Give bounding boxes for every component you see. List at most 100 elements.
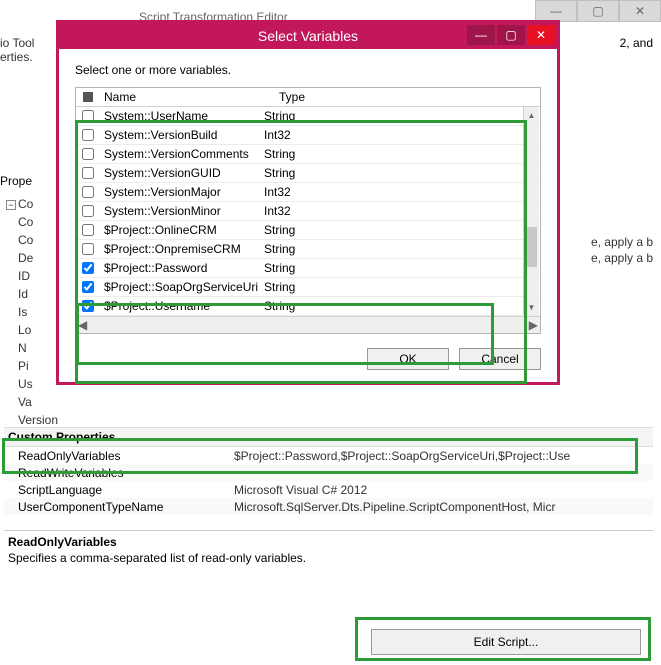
variable-type: String (260, 299, 540, 313)
sidebar-item[interactable]: Id (4, 285, 60, 303)
sidebar-item[interactable]: Va (4, 393, 60, 411)
property-value: Microsoft Visual C# 2012 (234, 483, 653, 497)
property-value: Microsoft.SqlServer.Dts.Pipeline.ScriptC… (234, 500, 653, 514)
bw-close-button[interactable]: ✕ (619, 0, 661, 22)
select-all-checkbox[interactable] (76, 92, 100, 102)
scroll-left-icon[interactable]: ◀ (78, 318, 87, 332)
variable-type: String (260, 242, 540, 256)
scrollbar-thumb[interactable] (526, 227, 537, 267)
bg-frag: e, apply a b (591, 235, 653, 251)
property-name: UserComponentTypeName (4, 500, 234, 514)
select-variables-dialog: Select Variables — ▢ ✕ Select one or mor… (56, 20, 560, 385)
variable-name: $Project::OnpremiseCRM (100, 242, 260, 256)
variable-type: Int32 (260, 128, 540, 142)
property-row[interactable]: ScriptLanguageMicrosoft Visual C# 2012 (4, 481, 653, 498)
variable-checkbox[interactable] (82, 110, 94, 122)
variables-grid: Name Type System::UserNameStringSystem::… (75, 87, 541, 334)
property-row[interactable]: ReadOnlyVariables$Project::Password,$Pro… (4, 447, 653, 464)
variable-row[interactable]: System::VersionBuildInt32 (76, 126, 540, 145)
variable-checkbox[interactable] (82, 224, 94, 236)
minus-icon: − (6, 200, 16, 210)
variable-row[interactable]: System::VersionMajorInt32 (76, 183, 540, 202)
sidebar-item[interactable]: Co (4, 213, 60, 231)
variable-type: String (260, 166, 540, 180)
sidebar-item[interactable]: De (4, 249, 60, 267)
variable-row[interactable]: $Project::PasswordString (76, 259, 540, 278)
description-title: ReadOnlyVariables (8, 535, 649, 549)
dialog-prompt: Select one or more variables. (75, 63, 541, 77)
variable-name: System::UserName (100, 109, 260, 123)
property-name: ScriptLanguage (4, 483, 234, 497)
properties-label: Prope (0, 174, 32, 188)
variable-name: System::VersionBuild (100, 128, 260, 142)
variable-type: String (260, 280, 540, 294)
dialog-titlebar[interactable]: Select Variables — ▢ ✕ (59, 23, 557, 49)
dialog-title: Select Variables (258, 28, 358, 44)
variable-checkbox[interactable] (82, 243, 94, 255)
variable-name: $Project::OnlineCRM (100, 223, 260, 237)
column-header-type[interactable]: Type (275, 90, 523, 104)
scroll-right-icon[interactable]: ▶ (529, 318, 538, 332)
sidebar-item[interactable]: ID (4, 267, 60, 285)
bg-frag: e, apply a b (591, 251, 653, 267)
variable-name: $Project::SoapOrgServiceUri (100, 280, 260, 294)
variable-name: $Project::Password (100, 261, 260, 275)
variable-name: System::VersionMinor (100, 204, 260, 218)
variable-checkbox[interactable] (82, 300, 94, 312)
variable-checkbox[interactable] (82, 262, 94, 274)
variable-checkbox[interactable] (82, 281, 94, 293)
bg-frag: 2, and (620, 36, 653, 50)
horizontal-scrollbar[interactable]: ◀ ▶ (76, 316, 540, 333)
variable-row[interactable]: $Project::SoapOrgServiceUriString (76, 278, 540, 297)
property-name: ReadOnlyVariables (4, 449, 234, 463)
variable-row[interactable]: System::VersionGUIDString (76, 164, 540, 183)
variable-name: System::VersionGUID (100, 166, 260, 180)
variable-checkbox[interactable] (82, 205, 94, 217)
ok-button[interactable]: OK (367, 348, 449, 370)
variable-type: String (260, 147, 540, 161)
bg-frag: erties. (0, 50, 48, 64)
variable-checkbox[interactable] (82, 167, 94, 179)
variable-checkbox[interactable] (82, 186, 94, 198)
sidebar-collapse[interactable]: −Co (4, 195, 60, 213)
bw-maximize-button[interactable]: ▢ (577, 0, 619, 22)
sidebar-item[interactable]: Pi (4, 357, 60, 375)
properties-section-header: Custom Properties (4, 427, 653, 447)
sidebar-item[interactable]: Us (4, 375, 60, 393)
scroll-down-icon[interactable]: ▼ (524, 299, 539, 315)
variable-type: Int32 (260, 185, 540, 199)
sidebar-item[interactable]: Lo (4, 321, 60, 339)
dialog-maximize-button[interactable]: ▢ (497, 25, 525, 45)
property-value: $Project::Password,$Project::SoapOrgServ… (234, 449, 653, 463)
scroll-up-icon[interactable]: ▲ (524, 107, 539, 123)
variable-name: System::VersionComments (100, 147, 260, 161)
variable-row[interactable]: $Project::OnpremiseCRMString (76, 240, 540, 259)
property-description: ReadOnlyVariables Specifies a comma-sepa… (4, 530, 653, 569)
variable-name: System::VersionMajor (100, 185, 260, 199)
variable-row[interactable]: $Project::OnlineCRMString (76, 221, 540, 240)
variable-row[interactable]: System::VersionCommentsString (76, 145, 540, 164)
property-row[interactable]: ReadWriteVariables (4, 464, 653, 481)
variable-row[interactable]: System::VersionMinorInt32 (76, 202, 540, 221)
variable-type: String (260, 223, 540, 237)
variable-type: String (260, 261, 540, 275)
vertical-scrollbar[interactable]: ▲ ▼ (523, 107, 539, 315)
sidebar-item[interactable]: Co (4, 231, 60, 249)
edit-script-button[interactable]: Edit Script... (371, 629, 641, 655)
variable-checkbox[interactable] (82, 129, 94, 141)
bg-frag: io Tool (0, 36, 48, 50)
dialog-minimize-button[interactable]: — (467, 25, 495, 45)
bw-minimize-button[interactable]: — (535, 0, 577, 22)
variable-name: $Project::Username (100, 299, 260, 313)
property-row[interactable]: UserComponentTypeNameMicrosoft.SqlServer… (4, 498, 653, 515)
sidebar-item[interactable]: N (4, 339, 60, 357)
variable-row[interactable]: $Project::UsernameString (76, 297, 540, 316)
cancel-button[interactable]: Cancel (459, 348, 541, 370)
variable-row[interactable]: System::UserNameString (76, 107, 540, 126)
sidebar-item[interactable]: Is (4, 303, 60, 321)
dialog-close-button[interactable]: ✕ (527, 25, 555, 45)
column-header-name[interactable]: Name (100, 90, 275, 104)
property-name: ReadWriteVariables (4, 466, 234, 480)
variable-checkbox[interactable] (82, 148, 94, 160)
variable-type: Int32 (260, 204, 540, 218)
